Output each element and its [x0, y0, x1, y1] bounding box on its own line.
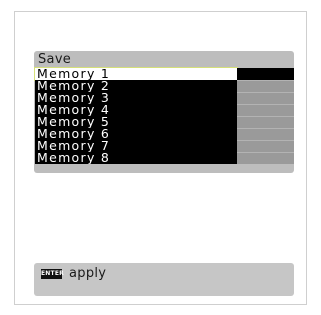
memory-slot-label: Memory 1	[34, 67, 238, 81]
memory-slot-label: Memory 2	[35, 80, 237, 92]
memory-slot-label: Memory 3	[35, 92, 237, 104]
enter-key-icon: ENTER	[41, 269, 64, 279]
save-menu: Save Memory 1 Memory 2 Memory 3 Memory 4…	[34, 51, 294, 173]
memory-slot-indicator	[237, 92, 294, 104]
memory-slot-label: Memory 6	[35, 128, 237, 140]
save-menu-title: Save	[38, 52, 72, 67]
memory-slot-8[interactable]: Memory 8	[35, 152, 294, 164]
memory-slot-indicator	[237, 128, 294, 140]
memory-slot-4[interactable]: Memory 4	[35, 104, 294, 116]
memory-slot-indicator	[237, 80, 294, 92]
memory-slot-indicator	[237, 116, 294, 128]
memory-slot-indicator	[237, 140, 294, 152]
memory-slot-label: Memory 5	[35, 116, 237, 128]
memory-slot-indicator	[237, 152, 294, 164]
memory-slot-label: Memory 4	[35, 104, 237, 116]
memory-slot-5[interactable]: Memory 5	[35, 116, 294, 128]
memory-list: Memory 1 Memory 2 Memory 3 Memory 4 Memo…	[34, 67, 294, 164]
apply-label: apply	[69, 266, 107, 281]
apply-hint-bar: ENTER apply	[34, 263, 294, 296]
memory-slot-label: Memory 7	[35, 140, 237, 152]
memory-slot-label: Memory 8	[35, 152, 237, 164]
memory-slot-3[interactable]: Memory 3	[35, 92, 294, 104]
memory-slot-indicator	[237, 68, 294, 80]
memory-slot-2[interactable]: Memory 2	[35, 80, 294, 92]
memory-slot-1[interactable]: Memory 1	[34, 67, 294, 81]
memory-slot-6[interactable]: Memory 6	[35, 128, 294, 140]
memory-slot-7[interactable]: Memory 7	[35, 140, 294, 152]
memory-slot-indicator	[237, 104, 294, 116]
